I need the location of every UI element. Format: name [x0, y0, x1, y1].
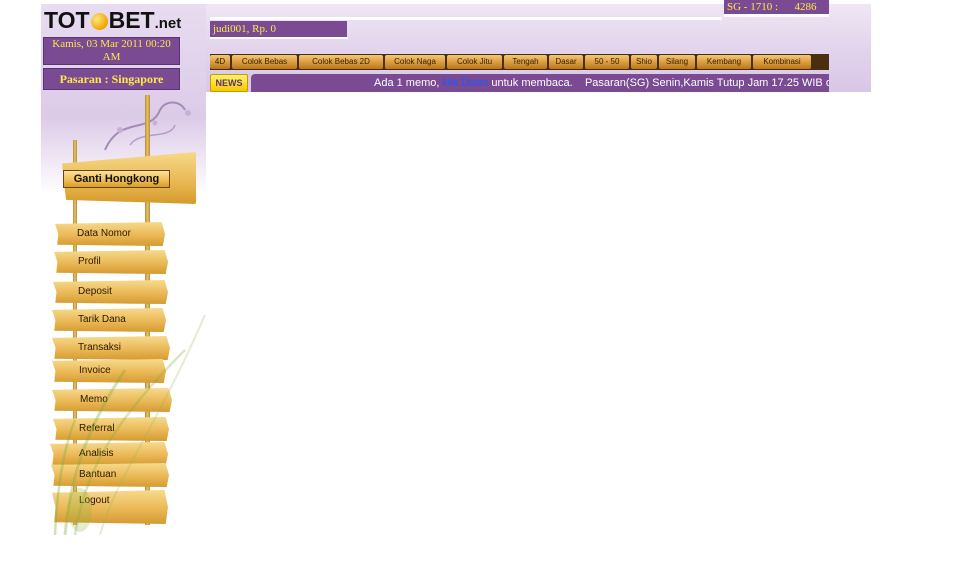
- tab-colok-naga[interactable]: Colok Naga: [385, 55, 445, 69]
- menu-logout[interactable]: Logout: [52, 490, 168, 524]
- menu-label: Tarik Dana: [78, 314, 126, 325]
- logo-text-1: TOT: [44, 7, 90, 33]
- menu-deposit[interactable]: Deposit: [53, 280, 168, 304]
- news-badge: NEWS: [210, 74, 248, 92]
- menu-label: Profil: [78, 256, 101, 267]
- menu-memo[interactable]: Memo: [52, 388, 172, 412]
- tab-silang[interactable]: Silang: [659, 55, 695, 69]
- menu-bantuan[interactable]: Bantuan: [51, 463, 169, 487]
- menu-analisis[interactable]: Analisis: [50, 442, 168, 466]
- news-prefix: Ada 1 memo,: [374, 77, 443, 89]
- tab-tengah[interactable]: Tengah: [504, 55, 547, 69]
- menu-profil[interactable]: Profil: [54, 250, 168, 274]
- switch-market-button[interactable]: Ganti Hongkong: [63, 170, 170, 188]
- market-label: Pasaran : Singapore: [43, 68, 180, 90]
- menu-label: Bantuan: [79, 469, 117, 480]
- menu-data-nomor[interactable]: Data Nomor: [55, 222, 165, 246]
- menu-label: Memo: [80, 394, 108, 405]
- ball-icon: [90, 13, 108, 30]
- date-display: Kamis, 03 Mar 2011 00:20 AM: [43, 37, 180, 65]
- sg-result: SG - 1710 : 4286: [724, 0, 829, 14]
- menu-label: Analisis: [79, 448, 114, 459]
- tab-colok-bebas[interactable]: Colok Bebas: [232, 55, 297, 69]
- tab-kombinasi[interactable]: Kombinasi: [753, 55, 811, 69]
- memo-link[interactable]: klik Disini: [442, 77, 488, 89]
- menu-invoice[interactable]: Invoice: [52, 359, 166, 383]
- menu-label: Referral: [79, 423, 115, 434]
- menu-label: Data Nomor: [77, 228, 131, 239]
- news-ticker-text: Pasaran(SG) Senin,Kamis Tutup Jam 17.25 …: [584, 77, 829, 89]
- logo-suffix: .net: [154, 15, 182, 32]
- game-nav: 4D Colok Bebas Colok Bebas 2D Colok Naga…: [210, 54, 829, 70]
- menu-tarik-dana[interactable]: Tarik Dana: [52, 308, 166, 332]
- tab-dasar[interactable]: Dasar: [549, 55, 583, 69]
- tab-kembang[interactable]: Kembang: [697, 55, 751, 69]
- tab-colok-bebas-2d[interactable]: Colok Bebas 2D: [299, 55, 383, 69]
- user-balance: judi001, Rp. 0: [210, 21, 347, 37]
- tab-50-50[interactable]: 50 - 50: [585, 55, 629, 69]
- menu-transaksi[interactable]: Transaksi: [52, 336, 170, 360]
- logo-text-2: BET: [108, 7, 155, 33]
- menu-label: Invoice: [79, 365, 111, 376]
- menu-label: Deposit: [78, 286, 112, 297]
- menu-label: Logout: [79, 495, 110, 506]
- tab-shio[interactable]: Shio: [631, 55, 657, 69]
- header-divider: [210, 17, 722, 20]
- site-logo[interactable]: TOT BET.net: [44, 6, 200, 34]
- swirl-decoration-icon: [104, 101, 191, 151]
- menu-referral[interactable]: Referral: [53, 417, 169, 441]
- menu-label: Transaksi: [78, 342, 121, 353]
- news-ticker: Ada 1 memo, klik Disini untuk membaca. P…: [251, 74, 829, 92]
- news-suffix: untuk membaca.: [488, 77, 573, 89]
- tab-4d[interactable]: 4D: [210, 55, 230, 69]
- user-divider: [210, 37, 348, 39]
- tab-colok-jitu[interactable]: Colok Jitu: [447, 55, 502, 69]
- sg-divider: [724, 14, 829, 17]
